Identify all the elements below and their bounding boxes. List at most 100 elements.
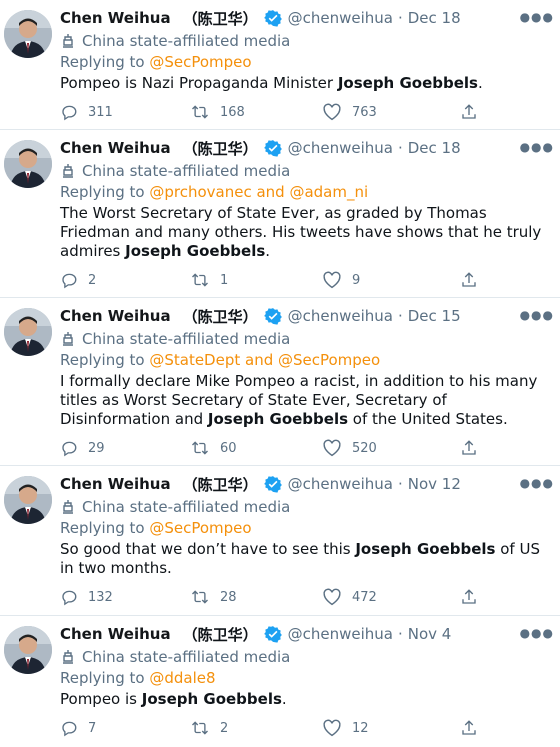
like-button[interactable]: 9 bbox=[322, 271, 460, 289]
tweet-actions: 132 28 472 bbox=[60, 578, 548, 616]
tweet-header: Chen Weihua （陈卫华） @chenweihua · Nov 4 bbox=[60, 624, 548, 644]
verified-badge-icon bbox=[263, 307, 282, 325]
separator-dot: · bbox=[397, 307, 403, 325]
tweet-text-pre: Pompeo is bbox=[60, 690, 142, 708]
tweet-actions: 29 60 520 bbox=[60, 429, 548, 467]
state-media-label[interactable]: China state-affiliated media bbox=[60, 647, 548, 667]
share-button[interactable] bbox=[460, 719, 478, 737]
tweet[interactable]: ●●● Chen Weihua （陈卫华） @chenweihua · Dec … bbox=[0, 0, 560, 130]
reply-count: 311 bbox=[88, 104, 113, 120]
display-name[interactable]: Chen Weihua bbox=[60, 139, 171, 157]
more-options-icon[interactable]: ●●● bbox=[520, 476, 554, 490]
user-handle[interactable]: @chenweihua bbox=[288, 9, 393, 27]
share-button[interactable] bbox=[460, 271, 478, 289]
avatar[interactable] bbox=[4, 140, 52, 188]
more-options-icon[interactable]: ●●● bbox=[520, 626, 554, 640]
like-button[interactable]: 520 bbox=[322, 439, 460, 457]
share-button[interactable] bbox=[460, 103, 478, 121]
retweet-count: 60 bbox=[220, 440, 237, 456]
retweet-button[interactable]: 2 bbox=[190, 719, 322, 737]
reply-button[interactable]: 7 bbox=[60, 719, 190, 737]
tweet-date[interactable]: Nov 12 bbox=[408, 475, 461, 493]
tweet-date[interactable]: Dec 18 bbox=[408, 139, 461, 157]
user-handle[interactable]: @chenweihua bbox=[288, 307, 393, 325]
retweet-button[interactable]: 1 bbox=[190, 271, 322, 289]
tweet-header: Chen Weihua （陈卫华） @chenweihua · Dec 18 bbox=[60, 8, 548, 28]
like-button[interactable]: 763 bbox=[322, 103, 460, 121]
state-media-label[interactable]: China state-affiliated media bbox=[60, 329, 548, 349]
replying-to-link[interactable]: @prchovanec and @adam_ni bbox=[145, 183, 368, 201]
retweet-button[interactable]: 168 bbox=[190, 103, 322, 121]
tweet-date[interactable]: Dec 15 bbox=[408, 307, 461, 325]
state-media-label[interactable]: China state-affiliated media bbox=[60, 31, 548, 51]
display-name-chinese: （陈卫华） bbox=[182, 307, 258, 326]
like-button[interactable]: 472 bbox=[322, 588, 460, 606]
reply-icon bbox=[62, 441, 77, 457]
avatar[interactable] bbox=[4, 10, 52, 58]
tweet[interactable]: ●●● Chen Weihua （陈卫华） @chenweihua · Dec … bbox=[0, 298, 560, 466]
tweet-text-bold: Joseph Goebbels bbox=[337, 74, 478, 92]
replying-to: Replying to @SecPompeo bbox=[60, 53, 548, 73]
tweet-date[interactable]: Dec 18 bbox=[408, 9, 461, 27]
reply-button[interactable]: 311 bbox=[60, 103, 190, 121]
state-media-label[interactable]: China state-affiliated media bbox=[60, 161, 548, 181]
more-options-icon[interactable]: ●●● bbox=[520, 140, 554, 154]
display-name[interactable]: Chen Weihua bbox=[60, 307, 171, 325]
tweet-actions: 2 1 9 bbox=[60, 261, 548, 299]
avatar[interactable] bbox=[4, 626, 52, 674]
more-options-icon[interactable]: ●●● bbox=[520, 10, 554, 24]
reply-button[interactable]: 2 bbox=[60, 271, 190, 289]
display-name[interactable]: Chen Weihua bbox=[60, 625, 171, 643]
replying-to-prefix: Replying to bbox=[60, 519, 145, 537]
tweet[interactable]: ●●● Chen Weihua （陈卫华） @chenweihua · Nov … bbox=[0, 466, 560, 616]
tweet-text-bold: Joseph Goebbels bbox=[125, 242, 266, 260]
reply-icon bbox=[62, 273, 77, 289]
replying-to-prefix: Replying to bbox=[60, 53, 145, 71]
verified-badge-icon bbox=[263, 139, 282, 157]
heart-icon bbox=[323, 103, 341, 121]
avatar[interactable] bbox=[4, 308, 52, 356]
share-button[interactable] bbox=[460, 439, 478, 457]
verified-badge-icon bbox=[263, 9, 282, 27]
state-media-flag-icon bbox=[63, 650, 73, 664]
state-media-flag-icon bbox=[63, 332, 73, 346]
tweet-text-bold: Joseph Goebbels bbox=[207, 410, 349, 428]
verified-badge-icon bbox=[263, 475, 282, 493]
like-button[interactable]: 12 bbox=[322, 719, 460, 737]
share-icon bbox=[462, 272, 476, 287]
user-handle[interactable]: @chenweihua bbox=[288, 475, 393, 493]
like-count: 12 bbox=[352, 720, 369, 736]
replying-to: Replying to @prchovanec and @adam_ni bbox=[60, 183, 548, 203]
tweet-text-bold: Joseph Goebbels bbox=[355, 540, 496, 558]
state-media-label[interactable]: China state-affiliated media bbox=[60, 497, 548, 517]
reply-count: 2 bbox=[88, 272, 97, 288]
retweet-icon bbox=[192, 273, 208, 287]
heart-icon bbox=[323, 719, 341, 737]
user-handle[interactable]: @chenweihua bbox=[288, 139, 393, 157]
replying-to: Replying to @SecPompeo bbox=[60, 519, 548, 539]
retweet-button[interactable]: 60 bbox=[190, 439, 322, 457]
state-media-flag-icon bbox=[63, 34, 73, 48]
tweet[interactable]: ●●● Chen Weihua （陈卫华） @chenweihua · Nov … bbox=[0, 616, 560, 747]
reply-button[interactable]: 132 bbox=[60, 588, 190, 606]
retweet-button[interactable]: 28 bbox=[190, 588, 322, 606]
avatar[interactable] bbox=[4, 476, 52, 524]
reply-button[interactable]: 29 bbox=[60, 439, 190, 457]
display-name[interactable]: Chen Weihua bbox=[60, 475, 171, 493]
replying-to-link[interactable]: @ddale8 bbox=[145, 669, 215, 687]
replying-to-link[interactable]: @SecPompeo bbox=[145, 53, 251, 71]
reply-count: 29 bbox=[88, 440, 105, 456]
tweet-date[interactable]: Nov 4 bbox=[408, 625, 452, 643]
tweet[interactable]: ●●● Chen Weihua （陈卫华） @chenweihua · Dec … bbox=[0, 130, 560, 298]
retweet-count: 2 bbox=[220, 720, 229, 736]
display-name[interactable]: Chen Weihua bbox=[60, 9, 171, 27]
replying-to-link[interactable]: @SecPompeo bbox=[145, 519, 251, 537]
share-button[interactable] bbox=[460, 588, 478, 606]
more-options-icon[interactable]: ●●● bbox=[520, 308, 554, 322]
retweet-count: 1 bbox=[220, 272, 229, 288]
user-handle[interactable]: @chenweihua bbox=[288, 625, 393, 643]
tweet-text: So good that we don’t have to see this J… bbox=[60, 540, 548, 578]
replying-to-link[interactable]: @StateDept and @SecPompeo bbox=[145, 351, 380, 369]
replying-to: Replying to @ddale8 bbox=[60, 669, 548, 689]
replying-to: Replying to @StateDept and @SecPompeo bbox=[60, 351, 548, 371]
